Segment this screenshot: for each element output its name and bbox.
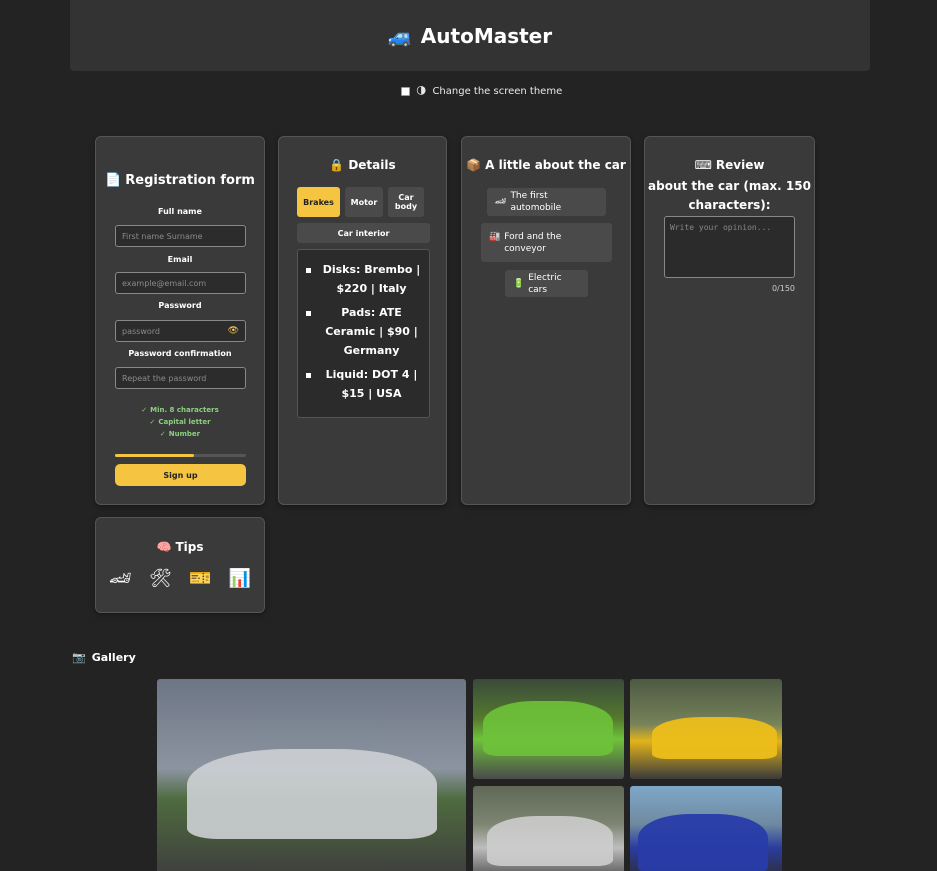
full-name-placeholder: First name Surname [122, 231, 203, 241]
about-electric-cars-button[interactable]: 🔋 Electric cars [505, 270, 588, 297]
email-label: Email [167, 255, 193, 264]
review-placeholder: Write your opinion... [670, 223, 772, 232]
requirement-text: Min. 8 characters [150, 406, 219, 414]
details-title-text: Details [348, 158, 396, 172]
about-title: 📦 A little about the car [462, 158, 630, 172]
registration-title-text: Registration form [125, 173, 255, 188]
about-first-automobile-button[interactable]: 🏎 The first automobile [487, 188, 606, 216]
car-silhouette [487, 816, 613, 866]
car-silhouette [483, 701, 613, 756]
battery-icon: 🔋 [513, 278, 525, 289]
password-confirm-label: Password confirmation [128, 349, 232, 358]
gallery-title-text: Gallery [91, 651, 136, 664]
document-icon: 📄 [105, 173, 122, 188]
details-tabs: Brakes Motor Car body [297, 187, 424, 217]
tools-icon[interactable]: 🛠 [149, 568, 172, 589]
review-title-text: Review [715, 158, 765, 172]
race-car-icon: 🏎 [495, 197, 507, 207]
password-requirements: ✓ Min. 8 characters ✓ Capital letter ✓ Numb… [96, 404, 264, 440]
theme-checkbox[interactable] [401, 86, 410, 96]
gallery-photo-green-muscle-car[interactable] [473, 679, 624, 779]
half-moon-icon: 🌗 [416, 85, 427, 97]
password-placeholder: password [122, 326, 160, 336]
review-title: ⌨ Review [645, 158, 814, 172]
lock-icon: 🔒 [329, 158, 345, 172]
keyboard-icon: ⌨ [694, 158, 712, 172]
gallery-photo-blue-mustang[interactable] [630, 786, 782, 871]
spec-item: Disks: Brembo | $220 | Italy [306, 260, 421, 298]
password-confirm-placeholder: Repeat the password [122, 373, 207, 383]
character-counter: 0/150 [771, 284, 795, 293]
email-placeholder: example@email.com [122, 278, 207, 288]
gallery-photo-silver-sedan[interactable] [473, 786, 624, 871]
theme-toggle-label: Change the screen theme [432, 85, 563, 97]
camera-icon: 📷 [72, 651, 86, 664]
eye-icon[interactable]: 👁 [228, 326, 239, 336]
check-icon: ✓ [149, 418, 156, 426]
theme-toggle[interactable]: 🌗 Change the screen theme [401, 84, 562, 98]
review-card: ⌨ Review about the car (max. 150 charact… [644, 136, 815, 505]
about-ford-conveyor-button[interactable]: 🏭 Ford and the conveyor [481, 223, 612, 262]
car-logo-icon: 🚙 [387, 23, 413, 48]
requirement-item: ✓ Capital letter [96, 416, 264, 428]
about-item-label: Ford and the conveyor [504, 232, 562, 254]
app-header: 🚙 AutoMaster [70, 0, 870, 71]
registration-title: 📄 Registration form [96, 173, 264, 188]
tips-title: 🧠 Tips [96, 540, 264, 554]
requirement-text: Capital letter [158, 418, 211, 426]
details-card: 🔒 Details Brakes Motor Car body Car inte… [278, 136, 447, 505]
gallery-photo-yellow-sports-car[interactable] [630, 679, 782, 779]
tips-title-text: Tips [175, 540, 204, 554]
factory-icon: 🏭 [489, 232, 501, 242]
requirement-item: ✓ Min. 8 characters [96, 404, 264, 416]
box-icon: 📦 [466, 158, 482, 172]
password-input[interactable]: password 👁 [115, 320, 246, 342]
spec-list: Disks: Brembo | $220 | Italy Pads: ATE C… [297, 249, 430, 418]
full-name-label: Full name [158, 207, 202, 216]
about-item-label: The first automobile [510, 191, 562, 213]
spec-item: Pads: ATE Ceramic | $90 | Germany [306, 303, 421, 360]
details-title: 🔒 Details [279, 158, 446, 172]
spec-item: Liquid: DOT 4 | $15 | USA [306, 365, 421, 403]
registration-card: 📄 Registration form Full name First name… [95, 136, 265, 505]
app-title: AutoMaster [420, 23, 553, 48]
check-icon: ✓ [159, 430, 166, 438]
race-car-icon[interactable]: 🏎 [109, 568, 132, 589]
check-icon: ✓ [141, 406, 148, 414]
requirement-item: ✓ Number [96, 428, 264, 440]
password-label: Password [158, 301, 202, 310]
review-subtitle: about the car (max. 150 characters): [648, 179, 811, 212]
gallery-photo-silver-coupe[interactable] [157, 679, 466, 871]
password-strength-bar [115, 454, 246, 457]
gallery-heading: 📷 Gallery [72, 651, 136, 664]
password-strength-fill [115, 454, 194, 457]
about-title-text: A little about the car [485, 158, 626, 172]
requirement-text: Number [168, 430, 201, 438]
brain-icon: 🧠 [156, 540, 172, 554]
password-confirm-input[interactable]: Repeat the password [115, 367, 246, 389]
chart-icon[interactable]: 📊 [229, 568, 251, 589]
ticket-icon[interactable]: 🎫 [189, 568, 211, 589]
car-silhouette [638, 814, 768, 871]
about-car-card: 📦 A little about the car 🏎 The first aut… [461, 136, 631, 505]
tab-car-interior[interactable]: Car interior [297, 223, 430, 243]
about-item-label: Electric cars [528, 272, 562, 295]
full-name-input[interactable]: First name Surname [115, 225, 246, 247]
tab-car-body[interactable]: Car body [388, 187, 424, 217]
sign-up-button[interactable]: Sign up [115, 464, 246, 486]
tips-card: 🧠 Tips 🏎 🛠 🎫 📊 [95, 517, 265, 613]
email-input[interactable]: example@email.com [115, 272, 246, 294]
tab-motor[interactable]: Motor [345, 187, 383, 217]
tip-icons: 🏎 🛠 🎫 📊 [109, 568, 251, 589]
tab-brakes[interactable]: Brakes [297, 187, 340, 217]
car-silhouette [652, 717, 777, 759]
review-textarea[interactable]: Write your opinion... [664, 216, 795, 278]
car-silhouette [187, 749, 437, 839]
